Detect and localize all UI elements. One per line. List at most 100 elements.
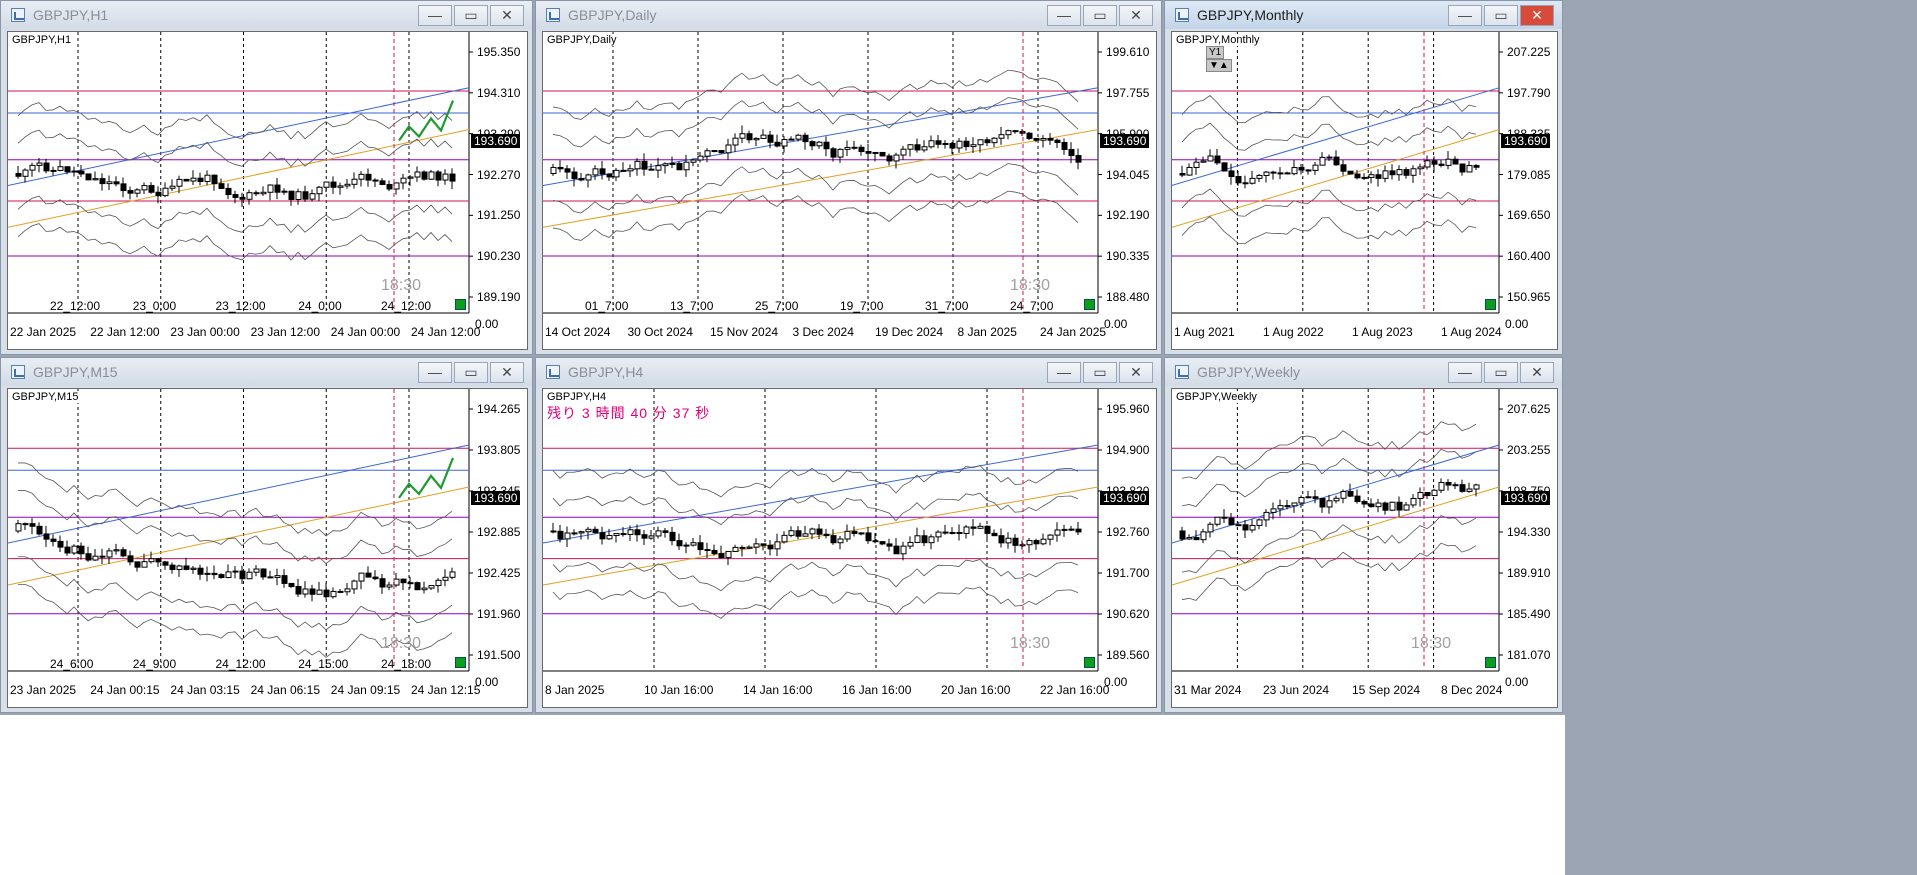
candle-body <box>571 171 578 180</box>
close-button[interactable]: ✕ <box>1520 5 1554 26</box>
price-label: 195.960 <box>1106 402 1150 416</box>
candle-body <box>330 181 337 188</box>
price-label: 191.960 <box>477 607 521 621</box>
time-label: 1 Aug 2024 <box>1441 325 1502 339</box>
maximize-button[interactable]: ▭ <box>1484 5 1518 26</box>
chart-window-h1[interactable]: GBPJPY,H1 — ▭ ✕ GBPJPY,H1 195.350 194.310… <box>0 0 533 355</box>
maximize-button[interactable]: ▭ <box>454 5 488 26</box>
candle-body <box>858 532 865 535</box>
candle-body <box>1186 166 1193 176</box>
candle-body <box>809 528 816 535</box>
candle-body <box>302 191 309 200</box>
candle-body <box>900 148 907 156</box>
chart-window-icon <box>1175 365 1189 379</box>
candle-body <box>1193 537 1200 541</box>
title-bar[interactable]: GBPJPY,H1 — ▭ ✕ <box>1 1 532 29</box>
candle-body <box>984 139 991 144</box>
close-button[interactable]: ✕ <box>490 362 524 383</box>
candle-body <box>1235 524 1242 527</box>
candle-body <box>1312 164 1319 171</box>
candle-body <box>816 141 823 147</box>
chart-window-icon <box>546 8 560 22</box>
period-label: 23_12:00 <box>215 299 266 313</box>
candle-body <box>795 530 802 537</box>
candle-body <box>620 533 627 536</box>
price-label: 194.330 <box>1507 525 1551 539</box>
chart-area[interactable]: GBPJPY,Daily 199.610197.755195.900194.04… <box>542 31 1157 350</box>
candle-body <box>753 137 760 141</box>
minimize-button[interactable]: — <box>418 5 452 26</box>
chart-area[interactable]: GBPJPY,Monthly Y1 ▼▲ 207.225197.790188.3… <box>1171 31 1558 350</box>
chart-window-m15[interactable]: GBPJPY,M15 — ▭ ✕ GBPJPY,M15 194.265 193.8… <box>0 357 533 713</box>
time-label: 24 Jan 12:00 <box>411 325 481 339</box>
candle-body <box>634 529 641 536</box>
auto-trade-indicator-icon[interactable] <box>455 657 466 668</box>
chart-area[interactable]: GBPJPY,Weekly 207.625203.255198.750194.3… <box>1171 388 1558 708</box>
candle-body <box>29 523 36 527</box>
chart-window-h4[interactable]: GBPJPY,H4 — ▭ ✕ GBPJPY,H4 残り 3 時間 40 分 3… <box>535 357 1162 713</box>
candle-body <box>851 530 858 534</box>
chart-window-daily[interactable]: GBPJPY,Daily — ▭ ✕ GBPJPY,Daily 199.610 1… <box>535 0 1162 355</box>
period-label: 24_18:00 <box>381 657 432 671</box>
auto-trade-indicator-icon[interactable] <box>455 299 466 310</box>
chart-window-weekly[interactable]: GBPJPY,Weekly — ▭ ✕ GBPJPY,Weekly 207.62… <box>1164 357 1563 713</box>
candle-body <box>435 579 442 587</box>
chart-area[interactable]: GBPJPY,M15 194.265193.805193.345192.8851… <box>7 388 528 708</box>
candle-body <box>963 140 970 148</box>
candle-body <box>1179 173 1186 176</box>
candle-body <box>1012 130 1019 133</box>
candle-body <box>1033 540 1040 545</box>
bar-countdown: 18:30 <box>381 635 422 652</box>
maximize-button[interactable]: ▭ <box>454 362 488 383</box>
window-title: GBPJPY,Monthly <box>1197 7 1304 23</box>
candle-body <box>907 541 914 547</box>
title-bar[interactable]: GBPJPY,Monthly — ▭ ✕ <box>1165 1 1562 29</box>
minimize-button[interactable]: — <box>1448 5 1482 26</box>
chart-window-icon <box>1175 8 1189 22</box>
chart-area[interactable]: GBPJPY,H4 残り 3 時間 40 分 37 秒 195.960 194.9… <box>542 388 1157 708</box>
band-line <box>1181 542 1477 601</box>
title-bar[interactable]: GBPJPY,Weekly — ▭ ✕ <box>1165 358 1562 386</box>
chart-area[interactable]: GBPJPY,H1 195.350194.310193.290192.27019… <box>7 31 528 350</box>
candle-body <box>732 546 739 552</box>
candle-body <box>225 571 232 579</box>
candle-body <box>1382 170 1389 179</box>
candle-body <box>557 166 564 170</box>
period-label: 19_7:00 <box>840 299 884 313</box>
auto-trade-indicator-icon[interactable] <box>1084 657 1095 668</box>
close-button[interactable]: ✕ <box>1119 362 1153 383</box>
close-button[interactable]: ✕ <box>490 5 524 26</box>
title-bar[interactable]: GBPJPY,Daily — ▭ ✕ <box>536 1 1161 29</box>
candle-body <box>1277 505 1284 510</box>
candle-body <box>1242 524 1249 531</box>
auto-trade-indicator-icon[interactable] <box>1084 299 1095 310</box>
close-button[interactable]: ✕ <box>1119 5 1153 26</box>
candle-body <box>169 564 176 570</box>
candle-body <box>1403 504 1410 511</box>
minimize-button[interactable]: — <box>418 362 452 383</box>
candle-body <box>767 134 774 143</box>
scroll-arrows-icon[interactable]: ▼▲ <box>1206 59 1232 72</box>
current-price-tag: 193.690 <box>471 490 521 505</box>
chart-window-monthly[interactable]: GBPJPY,Monthly — ▭ ✕ GBPJPY,Monthly Y1 ▼… <box>1164 0 1563 355</box>
candle-body <box>78 545 85 555</box>
candle-body <box>949 531 956 534</box>
chart-window-icon <box>11 8 25 22</box>
price-label: 203.255 <box>1507 443 1551 457</box>
minimize-button[interactable]: — <box>1047 362 1081 383</box>
candle-body <box>1249 177 1256 184</box>
auto-trade-indicator-icon[interactable] <box>1485 657 1496 668</box>
maximize-button[interactable]: ▭ <box>1083 362 1117 383</box>
title-bar[interactable]: GBPJPY,H4 — ▭ ✕ <box>536 358 1161 386</box>
close-button[interactable]: ✕ <box>1520 362 1554 383</box>
maximize-button[interactable]: ▭ <box>1083 5 1117 26</box>
candle-body <box>1284 172 1291 175</box>
title-bar[interactable]: GBPJPY,M15 — ▭ ✕ <box>1 358 532 386</box>
band-line <box>1181 188 1477 217</box>
candle-body <box>830 535 837 544</box>
auto-trade-indicator-icon[interactable] <box>1485 299 1496 310</box>
time-label: 23 Jan 12:00 <box>250 325 320 339</box>
maximize-button[interactable]: ▭ <box>1484 362 1518 383</box>
minimize-button[interactable]: — <box>1448 362 1482 383</box>
minimize-button[interactable]: — <box>1047 5 1081 26</box>
